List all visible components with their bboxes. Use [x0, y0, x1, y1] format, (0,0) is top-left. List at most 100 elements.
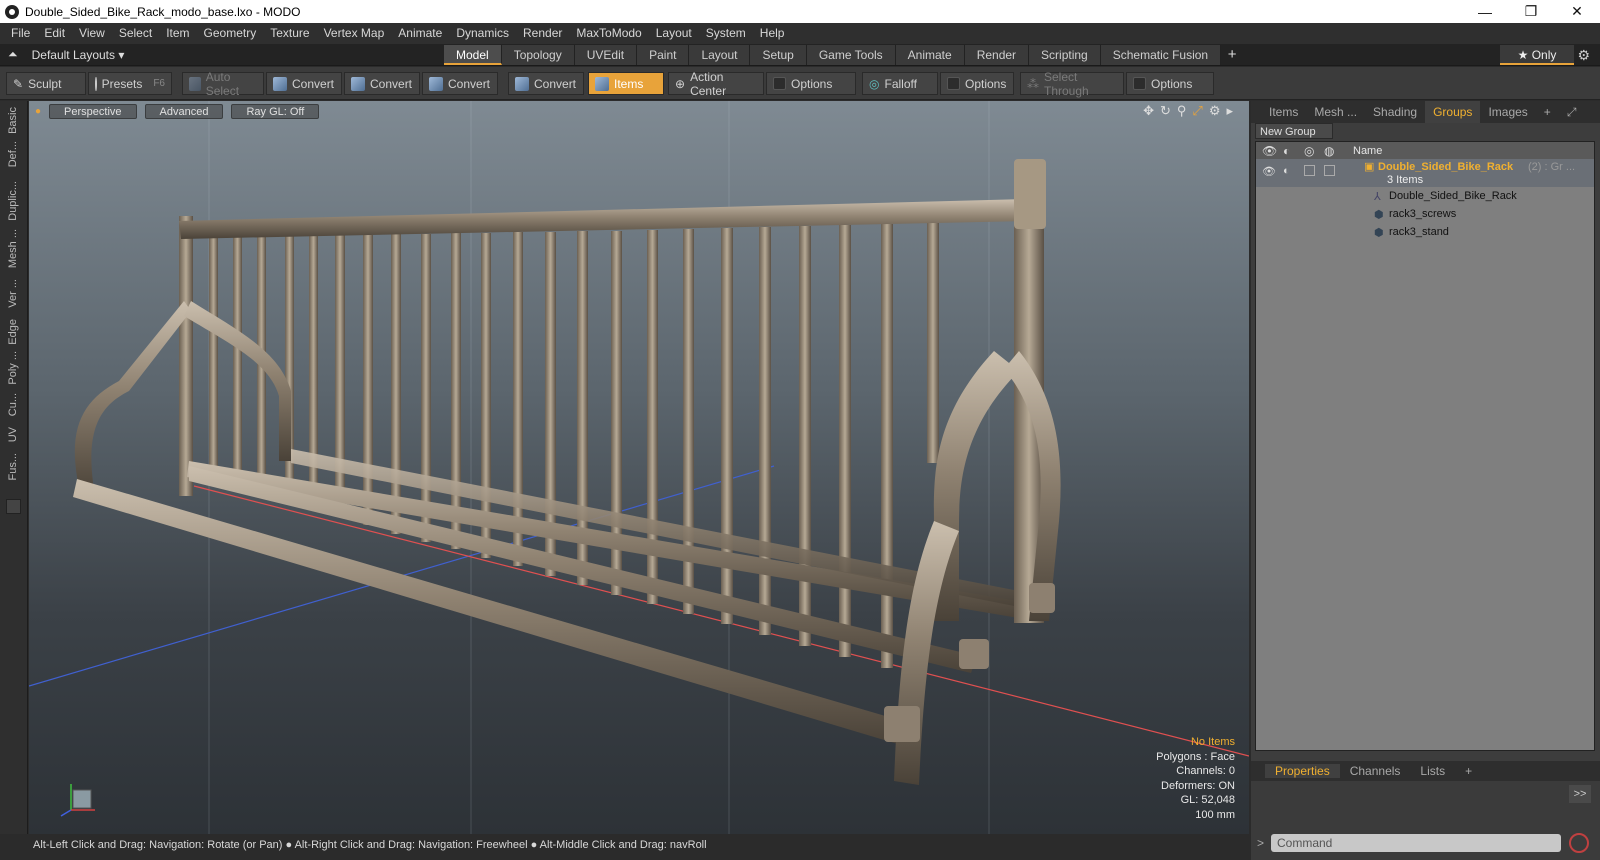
- tab-polygon[interactable]: Poly ...: [7, 351, 19, 385]
- presets-button[interactable]: Presets F6: [88, 72, 172, 95]
- add-panel-tab-icon[interactable]: +: [1536, 101, 1559, 123]
- menu-view[interactable]: View: [72, 23, 112, 44]
- pan-icon[interactable]: ✥: [1143, 103, 1154, 119]
- lock-toggle[interactable]: [1304, 165, 1315, 176]
- menu-select[interactable]: Select: [112, 23, 159, 44]
- only-toggle[interactable]: ★ Only: [1500, 45, 1574, 65]
- group-row[interactable]: 👁 ◐ ▣ Double_Sided_Bike_Rack (2) : Gr ..…: [1256, 159, 1594, 187]
- tab-mesh-ops[interactable]: Mesh ...: [1306, 101, 1365, 123]
- minimize-button[interactable]: —: [1462, 0, 1508, 23]
- tab-edge[interactable]: Edge: [7, 319, 19, 345]
- tab-topology[interactable]: Topology: [501, 45, 575, 65]
- select-through-icon: ⁂: [1027, 76, 1039, 91]
- groups-list: 👁 ◐ ◎ ◍ Name 👁 ◐ ▣ Double_Sided_Bike_Rac…: [1255, 141, 1595, 751]
- menu-item[interactable]: Item: [159, 23, 196, 44]
- menu-file[interactable]: File: [4, 23, 37, 44]
- menu-geometry[interactable]: Geometry: [197, 23, 264, 44]
- select-through-button[interactable]: ⁂ Select Through: [1020, 70, 1124, 98]
- falloff-icon: ◎: [869, 76, 880, 91]
- tab-game-tools[interactable]: Game Tools: [806, 45, 896, 65]
- tab-mesh-edit[interactable]: Mesh ...: [7, 229, 19, 268]
- tab-duplicate[interactable]: Duplic...: [7, 181, 19, 221]
- expand-panel-icon[interactable]: ⤢: [1559, 101, 1585, 123]
- viewport-settings-icon[interactable]: ⚙: [1209, 103, 1221, 119]
- menu-vertex-map[interactable]: Vertex Map: [317, 23, 392, 44]
- falloff-options-button[interactable]: Options: [940, 72, 1014, 95]
- tab-render[interactable]: Render: [964, 45, 1030, 65]
- add-tab-icon[interactable]: +: [1455, 764, 1482, 778]
- 3d-viewport[interactable]: ● Perspective Advanced Ray GL: Off ✥ ↻ ⚲…: [29, 101, 1249, 834]
- default-layouts-dropdown[interactable]: Default Layouts ▾: [32, 48, 125, 62]
- tab-basic[interactable]: Basic: [7, 107, 19, 134]
- tab-uv[interactable]: UV: [7, 427, 19, 442]
- rotate-icon[interactable]: ↻: [1160, 103, 1171, 119]
- convert-materials-button[interactable]: Convert: [508, 72, 584, 95]
- convert-edges-button[interactable]: Convert: [344, 72, 420, 95]
- sculpt-button[interactable]: ✎ Sculpt: [6, 72, 86, 95]
- menu-texture[interactable]: Texture: [263, 23, 316, 44]
- new-group-button[interactable]: New Group: [1255, 123, 1333, 139]
- menu-dynamics[interactable]: Dynamics: [449, 23, 516, 44]
- convert-vertices-button[interactable]: Convert: [266, 72, 342, 95]
- falloff-button[interactable]: ◎ Falloff: [862, 72, 938, 95]
- tab-uvedit[interactable]: UVEdit: [574, 45, 638, 65]
- menu-layout[interactable]: Layout: [649, 23, 699, 44]
- menu-help[interactable]: Help: [753, 23, 792, 44]
- auto-select-button[interactable]: Auto Select: [182, 70, 264, 98]
- visibility-eye-icon[interactable]: 👁: [1262, 144, 1277, 158]
- action-center-button[interactable]: ⊕ Action Center: [668, 70, 764, 98]
- expand-arrow-icon[interactable]: ▸: [1226, 103, 1233, 119]
- render-icon[interactable]: ◐: [1283, 144, 1290, 158]
- menu-animate[interactable]: Animate: [391, 23, 449, 44]
- selectable-icon[interactable]: ◍: [1324, 144, 1334, 158]
- tab-setup[interactable]: Setup: [750, 45, 807, 65]
- tab-vertex[interactable]: Ver ...: [7, 279, 19, 308]
- tab-animate[interactable]: Animate: [895, 45, 965, 65]
- tab-model[interactable]: Model: [444, 45, 502, 65]
- viewport-menu-icon[interactable]: ●: [35, 106, 41, 117]
- collapse-icon[interactable]: ⏶: [8, 47, 18, 62]
- raygl-dropdown[interactable]: Ray GL: Off: [231, 103, 320, 119]
- tab-scripting[interactable]: Scripting: [1029, 45, 1101, 65]
- menu-edit[interactable]: Edit: [37, 23, 72, 44]
- menu-system[interactable]: System: [699, 23, 753, 44]
- expand-panel-button[interactable]: [6, 499, 21, 514]
- close-button[interactable]: ✕: [1554, 0, 1600, 23]
- zoom-icon[interactable]: ⚲: [1177, 103, 1187, 119]
- tab-lists[interactable]: Lists: [1410, 764, 1455, 778]
- maximize-button[interactable]: ❐: [1508, 0, 1554, 23]
- tab-items[interactable]: Items: [1261, 101, 1306, 123]
- layout-bar: ⏶ Default Layouts ▾ Model Topology UVEdi…: [0, 44, 1600, 66]
- name-column-header[interactable]: Name: [1353, 145, 1382, 157]
- visibility-eye-icon[interactable]: 👁: [1262, 165, 1276, 178]
- select-through-options-button[interactable]: Options: [1126, 72, 1214, 95]
- lock-icon[interactable]: ◎: [1304, 144, 1314, 158]
- menu-render[interactable]: Render: [516, 23, 569, 44]
- perspective-dropdown[interactable]: Perspective: [49, 103, 137, 119]
- tab-deform[interactable]: Def...: [7, 141, 19, 167]
- items-button[interactable]: Items: [588, 72, 664, 95]
- tab-groups[interactable]: Groups: [1425, 101, 1481, 123]
- tab-layout[interactable]: Layout: [689, 45, 751, 65]
- command-input[interactable]: Command: [1271, 834, 1561, 852]
- menu-maxtomodo[interactable]: MaxToModo: [569, 23, 648, 44]
- tab-channels[interactable]: Channels: [1340, 764, 1411, 778]
- tab-properties[interactable]: Properties: [1265, 764, 1340, 778]
- fit-icon[interactable]: ⤢: [1192, 103, 1202, 119]
- add-tab-button[interactable]: +: [1221, 45, 1243, 65]
- convert-polygons-button[interactable]: Convert: [422, 72, 498, 95]
- advanced-dropdown[interactable]: Advanced: [144, 103, 224, 119]
- title-bar: Double_Sided_Bike_Rack_modo_base.lxo - M…: [0, 0, 1600, 23]
- tab-shading[interactable]: Shading: [1365, 101, 1425, 123]
- select-toggle[interactable]: [1324, 165, 1335, 176]
- tab-curve[interactable]: Cu...: [7, 393, 19, 416]
- tab-paint[interactable]: Paint: [637, 45, 690, 65]
- tab-schematic-fusion[interactable]: Schematic Fusion: [1100, 45, 1222, 65]
- expand-command-button[interactable]: >>: [1569, 785, 1591, 803]
- render-icon[interactable]: ◐: [1283, 165, 1290, 177]
- action-center-options-button[interactable]: Options: [766, 72, 856, 95]
- tab-fusion[interactable]: Fus...: [7, 453, 19, 481]
- tab-images[interactable]: Images: [1480, 101, 1535, 123]
- record-icon[interactable]: [1569, 833, 1589, 853]
- gear-icon[interactable]: ⚙: [1577, 47, 1590, 64]
